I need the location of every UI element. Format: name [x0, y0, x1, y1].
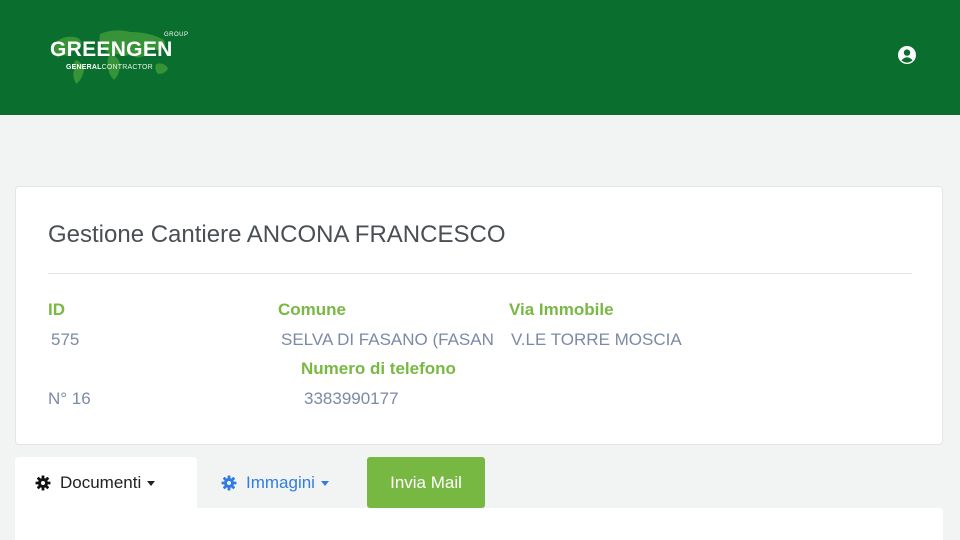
id-label: ID	[48, 300, 65, 319]
page-title: Gestione Cantiere ANCONA FRANCESCO	[48, 221, 506, 248]
tab-immagini-label: Immagini	[246, 472, 315, 492]
logo-wordmark: GREENGEN	[50, 38, 173, 61]
via-immobile-label: Via Immobile	[509, 300, 614, 319]
invia-mail-button[interactable]: Invia Mail	[367, 457, 485, 508]
chevron-down-icon	[320, 481, 329, 486]
tab-documenti[interactable]: Documenti	[15, 457, 197, 508]
logo-tagline-bold: GENERAL	[66, 64, 102, 71]
comune-label: Comune	[278, 300, 346, 319]
tab-content-panel	[15, 508, 943, 540]
greengen-logo[interactable]: GROUP GREENGEN GENERALCONTRACTOR	[48, 24, 188, 88]
telefono-value: 3383990177	[304, 389, 399, 408]
title-divider	[48, 273, 912, 274]
site-info-card: Gestione Cantiere ANCONA FRANCESCO ID 57…	[15, 186, 943, 445]
tab-immagini[interactable]: Immagini	[203, 457, 353, 508]
logo-tagline-rest: CONTRACTOR	[101, 64, 153, 71]
top-navbar: GROUP GREENGEN GENERALCONTRACTOR	[0, 0, 960, 115]
gear-icon	[221, 475, 237, 490]
user-circle-icon	[898, 46, 916, 64]
logo-tagline: GENERALCONTRACTOR	[66, 64, 153, 71]
chevron-down-icon	[147, 481, 156, 486]
tab-documenti-label: Documenti	[60, 472, 142, 492]
comune-value: SELVA DI FASANO (FASAN	[281, 330, 494, 349]
telefono-label: Numero di telefono	[301, 359, 456, 378]
gear-icon	[35, 475, 51, 490]
civico-value: N° 16	[48, 389, 91, 408]
site-tabs: Documenti Immagini Invia Mail	[15, 457, 943, 508]
via-immobile-value: V.LE TORRE MOSCIA	[511, 330, 682, 349]
user-menu-button[interactable]	[896, 44, 918, 66]
id-value: 575	[51, 330, 80, 349]
